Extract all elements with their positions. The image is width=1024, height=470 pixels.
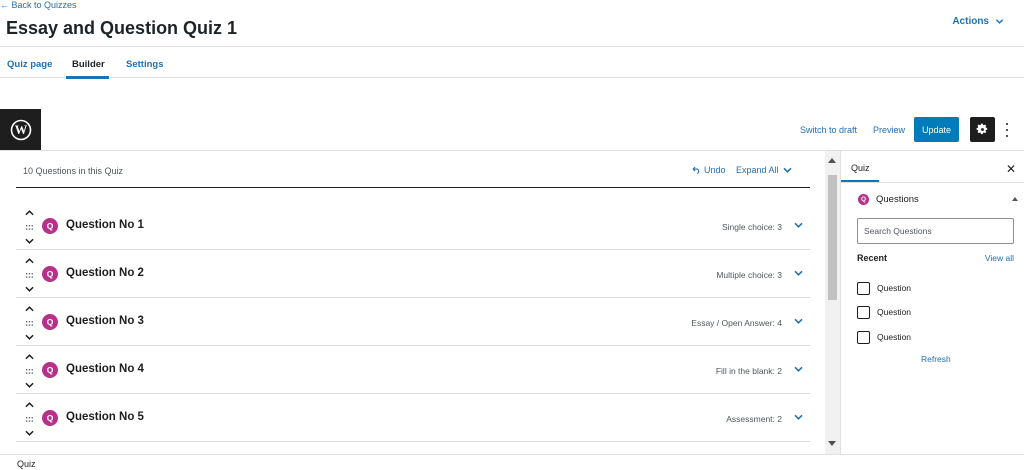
list-header-divider (16, 187, 810, 188)
move-up-icon[interactable] (24, 306, 34, 312)
question-type: Assessment: 2 (726, 414, 782, 424)
footer-bar: Quiz (0, 454, 1024, 470)
chevron-down-icon[interactable] (794, 270, 803, 277)
move-up-icon[interactable] (24, 258, 34, 264)
move-down-icon[interactable] (24, 430, 34, 436)
page-title: Essay and Question Quiz 1 (6, 18, 238, 38)
chevron-down-icon[interactable] (794, 366, 803, 373)
question-badge-icon: Q (42, 266, 58, 282)
settings-sidebar: Quiz ✕ Q Questions Recent View all Quest… (840, 151, 1024, 454)
reorder-controls (24, 258, 34, 292)
view-all-link[interactable]: View all (985, 253, 1014, 263)
question-type: Fill in the blank: 2 (715, 366, 782, 376)
chevron-down-icon (782, 167, 792, 173)
refresh-link[interactable]: Refresh (921, 354, 951, 364)
drag-handle-icon[interactable] (25, 272, 33, 278)
actions-menu-button[interactable]: Actions (952, 16, 1004, 27)
recent-question-item[interactable]: Question (857, 305, 911, 319)
scrollbar-thumb[interactable] (828, 175, 837, 300)
tab-bar: Quiz page Builder Settings (0, 46, 1024, 79)
move-down-icon[interactable] (24, 286, 34, 292)
undo-button[interactable]: Undo (692, 165, 726, 175)
question-badge-icon: Q (42, 410, 58, 426)
reorder-controls (24, 210, 34, 244)
chevron-down-icon (995, 19, 1004, 24)
sidebar-tab-quiz[interactable]: Quiz (851, 163, 870, 173)
scrollbar[interactable] (825, 151, 840, 454)
question-badge-icon: Q (42, 362, 58, 378)
questions-panel-title[interactable]: Questions (876, 194, 919, 205)
recent-question-label: Question (877, 307, 912, 317)
question-badge-icon: Q (42, 314, 58, 330)
move-down-icon[interactable] (24, 334, 34, 340)
question-type: Single choice: 3 (721, 222, 782, 232)
switch-to-draft-button[interactable]: Switch to draft (800, 125, 857, 135)
drag-handle-icon[interactable] (25, 224, 33, 230)
question-checkbox[interactable] (857, 330, 870, 344)
question-row[interactable]: Q Question No 5 Assessment: 2 (16, 394, 810, 442)
tab-quiz-page[interactable]: Quiz page (7, 59, 52, 70)
move-up-icon[interactable] (24, 210, 34, 216)
question-checkbox[interactable] (857, 305, 870, 319)
tab-builder[interactable]: Builder (72, 59, 105, 70)
quiz-builder: 10 Questions in this Quiz Undo Expand Al… (0, 151, 825, 454)
expand-all-button[interactable]: Expand All (736, 165, 792, 175)
question-badge-icon: Q (42, 218, 58, 234)
drag-handle-icon[interactable] (25, 368, 33, 374)
recent-question-label: Question (877, 332, 912, 342)
gear-icon (976, 123, 988, 135)
reorder-controls (24, 402, 34, 436)
tab-settings[interactable]: Settings (126, 59, 163, 70)
question-title: Question No 2 (66, 267, 144, 279)
question-row[interactable]: Q Question No 3 Essay / Open Answer: 4 (16, 298, 810, 346)
actions-label: Actions (952, 16, 989, 27)
question-type: Multiple choice: 3 (716, 270, 782, 280)
chevron-down-icon[interactable] (794, 222, 803, 229)
chevron-down-icon[interactable] (794, 318, 803, 325)
move-up-icon[interactable] (24, 402, 34, 408)
preview-button[interactable]: Preview (873, 125, 905, 135)
chevron-down-icon[interactable] (794, 414, 803, 421)
reorder-controls (24, 354, 34, 388)
scroll-down-arrow[interactable] (828, 441, 836, 446)
update-button[interactable]: Update (914, 117, 959, 142)
move-up-icon[interactable] (24, 354, 34, 360)
question-title: Question No 4 (66, 363, 144, 375)
question-count: 10 Questions in this Quiz (23, 166, 124, 176)
recent-question-item[interactable]: Question (857, 330, 911, 344)
question-checkbox[interactable] (857, 281, 870, 295)
question-type: Essay / Open Answer: 4 (691, 318, 782, 328)
collapse-arrow-icon[interactable] (1012, 197, 1018, 201)
scroll-up-arrow[interactable] (828, 158, 836, 163)
question-row[interactable]: Q Question No 2 Multiple choice: 3 (16, 250, 810, 298)
question-title: Question No 5 (66, 411, 144, 423)
svg-text:W: W (14, 123, 27, 137)
drag-handle-icon[interactable] (25, 320, 33, 326)
question-title: Question No 3 (66, 315, 144, 327)
question-title: Question No 1 (66, 219, 144, 231)
recent-question-item[interactable]: Question (857, 281, 911, 295)
move-down-icon[interactable] (24, 382, 34, 388)
expand-all-label: Expand All (736, 165, 779, 175)
more-vertical-icon[interactable] (1002, 121, 1012, 139)
search-questions-input[interactable] (857, 218, 1014, 244)
undo-label: Undo (704, 165, 726, 175)
undo-icon (692, 166, 700, 174)
recent-label: Recent (857, 253, 888, 263)
close-icon[interactable]: ✕ (1006, 162, 1016, 176)
question-row[interactable]: Q Question No 4 Fill in the blank: 2 (16, 346, 810, 394)
recent-question-label: Question (877, 283, 912, 293)
questions-panel-icon: Q (858, 194, 869, 205)
settings-button[interactable] (970, 117, 995, 142)
reorder-controls (24, 306, 34, 340)
wordpress-icon[interactable]: W (0, 109, 41, 150)
active-tab-indicator (66, 76, 109, 79)
drag-handle-icon[interactable] (25, 416, 33, 422)
sidebar-divider (841, 182, 1024, 183)
back-to-quizzes-link[interactable]: ← Back to Quizzes (0, 0, 77, 10)
question-row[interactable]: Q Question No 1 Single choice: 3 (16, 202, 810, 250)
move-down-icon[interactable] (24, 238, 34, 244)
block-breadcrumb[interactable]: Quiz (17, 459, 36, 469)
